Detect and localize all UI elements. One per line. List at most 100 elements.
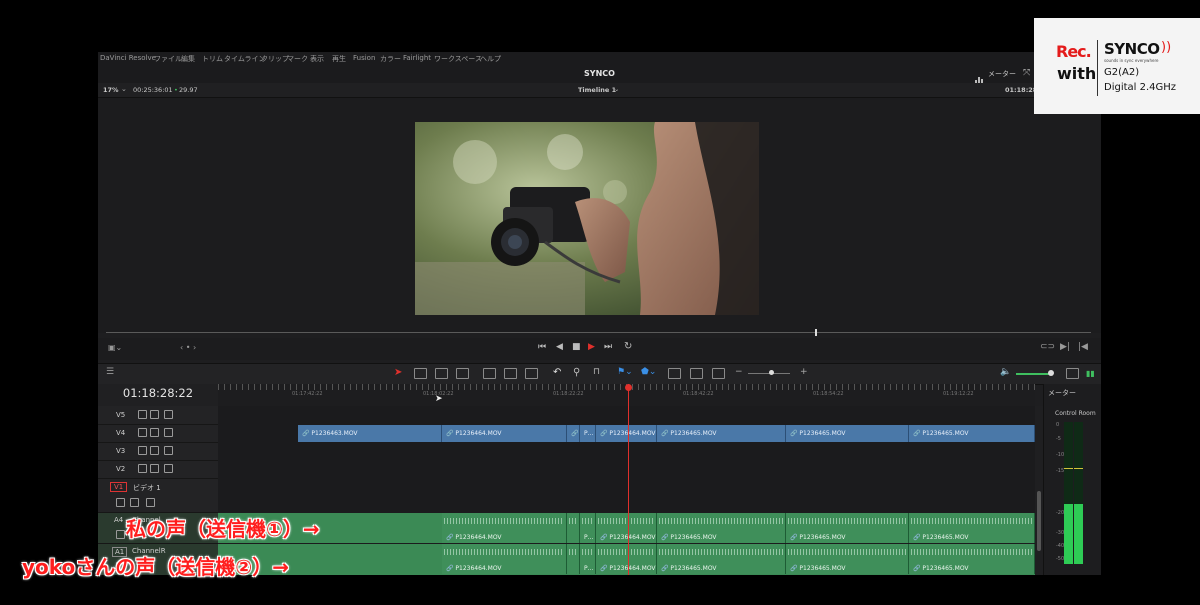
zoom-detail-icon[interactable]: [690, 368, 703, 379]
monitor-icon[interactable]: [146, 498, 155, 507]
zoom-out-icon[interactable]: −: [735, 367, 743, 377]
lock-icon[interactable]: [138, 428, 147, 437]
audio-clip[interactable]: [567, 513, 580, 543]
monitor-icon[interactable]: [164, 410, 173, 419]
audio-clip[interactable]: P…: [580, 513, 596, 543]
timeline-tracks[interactable]: 🔗 P1236463.MOV 🔗 P1236464.MOV 🔗 P… 🔗 P12…: [218, 406, 1035, 575]
speaker-icon[interactable]: 🔈: [1000, 367, 1011, 377]
jump-start-icon[interactable]: ⏮: [538, 342, 546, 352]
monitor-icon[interactable]: [164, 428, 173, 437]
video-clip[interactable]: P…: [580, 425, 596, 442]
video-clip[interactable]: 🔗 P1236464.MOV: [596, 425, 657, 442]
zoom-in-icon[interactable]: +: [800, 367, 808, 377]
dynamic-trim-icon[interactable]: [435, 368, 448, 379]
chevron-down-icon[interactable]: ⌄: [121, 85, 127, 93]
scrollbar-thumb[interactable]: [1037, 491, 1041, 551]
auto-select-icon[interactable]: [150, 428, 159, 437]
jump-end-icon[interactable]: ⏭: [604, 342, 612, 352]
blade-tool-icon[interactable]: [456, 368, 469, 379]
track-label[interactable]: ビデオ 1: [133, 483, 161, 493]
video-clip[interactable]: 🔗: [567, 425, 580, 442]
viewer-options-icon[interactable]: ▣⌄: [108, 343, 122, 352]
flag-icon[interactable]: ⚑⌄: [617, 367, 633, 377]
play-reverse-icon[interactable]: ◀: [556, 342, 563, 352]
audio-clip[interactable]: 🔗 P1236464.MOV: [596, 544, 657, 574]
audio-clip[interactable]: P…: [580, 544, 596, 574]
scrub-playhead[interactable]: [815, 329, 817, 336]
menu-item[interactable]: 表示: [310, 54, 324, 64]
snapping-icon[interactable]: ↶: [553, 367, 561, 378]
marker-icon[interactable]: ⬟⌄: [641, 367, 656, 377]
match-frame-icon[interactable]: ⊂⊃: [1040, 342, 1055, 352]
fullscreen-icon[interactable]: ⤧: [1023, 68, 1030, 78]
auto-select-icon[interactable]: [150, 410, 159, 419]
video-clip[interactable]: 🔗 P1236464.MOV: [442, 425, 567, 442]
playhead-handle[interactable]: [625, 384, 632, 391]
layout-icon[interactable]: ☰: [106, 367, 114, 377]
nav-arrows-icon[interactable]: ‹ • ›: [180, 343, 196, 352]
timeline-name[interactable]: Timeline 1: [578, 86, 616, 94]
zoom-full-icon[interactable]: [668, 368, 681, 379]
lock-icon[interactable]: [116, 530, 125, 539]
video-clip[interactable]: 🔗 P1236463.MOV: [298, 425, 442, 442]
menu-item[interactable]: Fusion: [353, 54, 375, 62]
auto-select-icon[interactable]: [150, 446, 159, 455]
stop-icon[interactable]: ■: [572, 342, 581, 352]
insert-clip-icon[interactable]: [483, 368, 496, 379]
menu-item[interactable]: マーク: [287, 54, 308, 64]
audio-clip[interactable]: 🔗 P1236465.MOV: [909, 544, 1035, 574]
next-edit-icon[interactable]: ▶|: [1060, 342, 1070, 352]
audio-clip[interactable]: 🔗 P1236465.MOV: [657, 513, 786, 543]
track-name[interactable]: V1: [110, 482, 128, 492]
loop-icon[interactable]: ↻: [624, 341, 632, 352]
meters-toggle-label[interactable]: メーター: [988, 69, 1016, 79]
menu-item[interactable]: トリム: [202, 54, 223, 64]
menu-item[interactable]: ヘルプ: [480, 54, 501, 64]
audio-clip[interactable]: 🔗 P1236464.MOV: [442, 544, 567, 574]
audio-clip[interactable]: 🔗 P1236465.MOV: [909, 513, 1035, 543]
menu-item[interactable]: クリップ: [261, 54, 289, 64]
audio-clip[interactable]: 🔗 P1236464.MOV: [442, 513, 567, 543]
replace-clip-icon[interactable]: [525, 368, 538, 379]
overwrite-clip-icon[interactable]: [504, 368, 517, 379]
audio-clip[interactable]: 🔗 P1236465.MOV: [786, 513, 909, 543]
video-clip[interactable]: 🔗 P1236465.MOV: [909, 425, 1035, 442]
menu-item[interactable]: タイムライン: [224, 54, 266, 64]
meters-icon[interactable]: [975, 70, 984, 85]
audio-clip[interactable]: 🔗 P1236464.MOV: [596, 513, 657, 543]
prev-edit-icon[interactable]: |◀: [1078, 342, 1088, 352]
monitor-icon[interactable]: [164, 464, 173, 473]
timeline-timecode[interactable]: 01:18:28:22: [98, 386, 218, 400]
audio-clip[interactable]: 🔗 P1236465.MOV: [657, 544, 786, 574]
menu-item[interactable]: カラー: [380, 54, 401, 64]
menu-item[interactable]: DaVinci Resolve: [100, 54, 156, 62]
volume-slider-handle[interactable]: [1048, 370, 1054, 376]
video-clip[interactable]: 🔗 P1236465.MOV: [786, 425, 909, 442]
playhead-line[interactable]: [628, 384, 629, 575]
zoom-custom-icon[interactable]: [712, 368, 725, 379]
volume-slider[interactable]: [1016, 373, 1050, 375]
menu-item[interactable]: 編集: [181, 54, 195, 64]
lock-icon[interactable]: [138, 464, 147, 473]
trim-tool-icon[interactable]: [414, 368, 427, 379]
menu-item[interactable]: ファイル: [154, 54, 182, 64]
zoom-slider-handle[interactable]: [769, 370, 774, 375]
audio-clip[interactable]: 🔗 P1236465.MOV: [786, 544, 909, 574]
chevron-down-icon[interactable]: ⌄: [614, 85, 619, 93]
lock-icon[interactable]: [138, 446, 147, 455]
video-clip[interactable]: 🔗 P1236465.MOV: [657, 425, 786, 442]
auto-select-icon[interactable]: [150, 464, 159, 473]
menu-item[interactable]: 再生: [332, 54, 346, 64]
monitor-icon[interactable]: [164, 446, 173, 455]
menu-item[interactable]: ワークスペース: [434, 54, 482, 64]
play-icon[interactable]: ▶: [588, 342, 595, 352]
audio-clip[interactable]: [567, 544, 580, 574]
viewer-scrub-bar[interactable]: [106, 332, 1091, 333]
zoom-level[interactable]: 17%: [103, 86, 119, 94]
timeline-scrollbar[interactable]: [1035, 406, 1043, 575]
link-icon[interactable]: ⚲: [573, 367, 580, 378]
lock-icon[interactable]: [116, 498, 125, 507]
monitor-icon[interactable]: [1066, 368, 1079, 379]
lock-icon[interactable]: [138, 410, 147, 419]
auto-select-icon[interactable]: [130, 498, 139, 507]
